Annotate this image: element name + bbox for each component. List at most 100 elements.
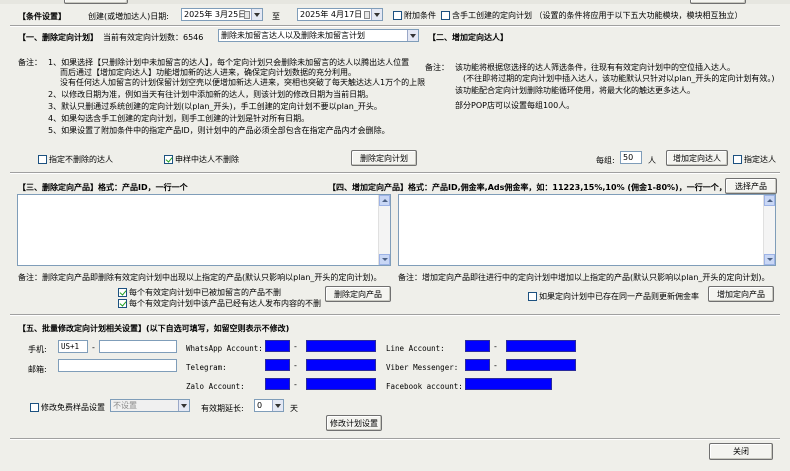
close-button[interactable]: 关闭 bbox=[709, 443, 773, 460]
phone-number-input[interactable] bbox=[99, 340, 177, 353]
validity-unit: 天 bbox=[290, 404, 298, 413]
section2-note-label: 备注： bbox=[425, 63, 449, 72]
delete-plan-button[interactable]: 删除定向计划 bbox=[351, 150, 417, 166]
line-dash: - bbox=[494, 342, 497, 351]
checkbox-box[interactable] bbox=[393, 11, 402, 20]
checkbox-box-checked[interactable] bbox=[164, 155, 173, 164]
chevron-down-icon[interactable] bbox=[251, 9, 262, 20]
include-manual-checkbox[interactable]: 含手工创建的定向计划 （设置的条件将应用于以下五大功能模块，模块相互独立） bbox=[441, 10, 743, 21]
modify-plan-button[interactable]: 修改计划设置 bbox=[326, 415, 382, 431]
checkbox-box[interactable] bbox=[30, 403, 39, 412]
delete-product-button[interactable]: 删除定向产品 bbox=[325, 286, 391, 302]
date-to-value: 2025年 4月17日 bbox=[300, 10, 363, 19]
phone-code-input[interactable]: US+1 bbox=[58, 340, 88, 353]
delete-mode-select[interactable]: 删除未加留言达人以及删除未加留言计划 bbox=[218, 29, 419, 42]
section1-note-5: 3、默认只删通过系统创建的定向计划(以plan_开头)，手工创建的定向计划不要以… bbox=[48, 102, 382, 111]
add-creator-button[interactable]: 增加定向达人 bbox=[666, 150, 728, 166]
whatsapp-number-input[interactable] bbox=[306, 340, 376, 352]
zalo-dash: - bbox=[294, 380, 297, 389]
scroll-down-icon[interactable] bbox=[379, 254, 390, 265]
line-code-input[interactable] bbox=[465, 340, 490, 352]
viber-code-input[interactable] bbox=[465, 359, 490, 371]
divider bbox=[10, 172, 780, 174]
email-label: 邮箱: bbox=[28, 365, 47, 374]
chevron-down-icon[interactable] bbox=[178, 400, 189, 411]
date-to-picker[interactable]: 2025年 4月17日 bbox=[297, 8, 383, 21]
keep-published-product-checkbox[interactable]: 每个有效定向计划中该产品已经有达人发布内容的不删 bbox=[118, 298, 321, 309]
update-commission-checkbox[interactable]: 如果定向计划中已存在同一产品则更新佣金率 bbox=[528, 291, 699, 302]
per-group-input[interactable]: 50 bbox=[620, 151, 642, 164]
delete-product-textarea[interactable] bbox=[17, 194, 391, 266]
checkbox-box-checked[interactable] bbox=[118, 288, 127, 297]
section2-title: 【二、增加定向达人】 bbox=[428, 33, 508, 42]
section1-note-6: 4、如果勾选含手工创建的定向计划，则手工创建的计划是针对所有日期。 bbox=[48, 114, 310, 123]
add-product-textarea[interactable] bbox=[398, 194, 776, 266]
plan-count: 当前有效定向计划数：6546 bbox=[103, 33, 204, 42]
telegram-dash: - bbox=[294, 361, 297, 370]
date-from-picker[interactable]: 2025年 3月25日 bbox=[181, 8, 263, 21]
phone-label: 手机: bbox=[28, 345, 47, 354]
per-group-label: 每组: bbox=[596, 156, 615, 165]
checkbox-box[interactable] bbox=[733, 155, 742, 164]
scrollbar[interactable] bbox=[378, 195, 390, 265]
specified-creator-checkbox[interactable]: 指定达人 bbox=[733, 154, 776, 165]
section1-note-4: 2、以修改日期为准，例如当天有往计划中添加新的达人，则该计划的修改日期为当前日期… bbox=[48, 90, 374, 99]
chevron-down-icon[interactable] bbox=[407, 30, 418, 41]
telegram-label: Telegram: bbox=[186, 363, 227, 372]
telegram-number-input[interactable] bbox=[306, 359, 376, 371]
keep-specified-checkbox[interactable]: 指定不删除的达人 bbox=[38, 154, 113, 165]
scroll-up-icon[interactable] bbox=[379, 195, 390, 206]
keep-applying-checkbox[interactable]: 申样中达人不删除 bbox=[164, 154, 239, 165]
section2-note-2: (不往即将过期的定向计划中插入达人，该功能默认只针对以plan_开头的定向计划有… bbox=[463, 74, 775, 83]
viber-number-input[interactable] bbox=[506, 359, 576, 371]
scrollbar[interactable] bbox=[763, 195, 775, 265]
checkbox-box[interactable] bbox=[38, 155, 47, 164]
chevron-down-icon[interactable] bbox=[272, 400, 283, 411]
section1-note-7: 5、如果设置了附加条件中的指定产品ID，则计划中的产品必须全部包含在指定产品内才… bbox=[48, 126, 390, 135]
line-number-input[interactable] bbox=[506, 340, 576, 352]
email-input[interactable] bbox=[58, 359, 177, 372]
zalo-code-input[interactable] bbox=[265, 378, 290, 390]
facebook-label: Facebook account: bbox=[386, 382, 463, 391]
validity-select[interactable]: 0 bbox=[254, 399, 284, 412]
whatsapp-label: WhatsApp Account: bbox=[186, 344, 263, 353]
top-cutoff-button-2[interactable] bbox=[690, 0, 746, 4]
line-label: Line Account: bbox=[386, 344, 445, 353]
telegram-code-input[interactable] bbox=[265, 359, 290, 371]
section1-note-label: 备注： bbox=[18, 58, 42, 67]
divider bbox=[10, 438, 780, 440]
checkbox-box[interactable] bbox=[528, 292, 537, 301]
section4-note: 备注：增加定向产品即往进行中的定向计划中增加以上指定的产品(默认只影响以plan… bbox=[398, 273, 770, 282]
keep-commented-product-checkbox[interactable]: 每个有效定向计划中已被加留言的产品不删 bbox=[118, 287, 281, 298]
whatsapp-code-input[interactable] bbox=[265, 340, 290, 352]
calendar-icon bbox=[244, 11, 250, 19]
per-group-unit: 人 bbox=[648, 156, 656, 165]
facebook-input[interactable] bbox=[465, 378, 552, 390]
checkbox-box-checked[interactable] bbox=[118, 299, 127, 308]
checkbox-box[interactable] bbox=[441, 11, 450, 20]
add-product-button[interactable]: 增加定向产品 bbox=[708, 286, 774, 302]
section3-note: 备注：删除定向产品即删除有效定向计划中出现以上指定的产品(默认只影响以plan_… bbox=[18, 273, 382, 282]
phone-dash: - bbox=[92, 343, 95, 352]
top-cutoff-button-1[interactable] bbox=[64, 0, 128, 4]
section3-title: 【三、删除定向产品】格式：产品ID，一行一个 bbox=[18, 183, 188, 192]
validity-label: 有效期延长: bbox=[201, 404, 244, 413]
free-sample-select[interactable]: 不设置 bbox=[110, 399, 190, 412]
section2-note-4: 部分POP店可以设置每组100人。 bbox=[455, 101, 575, 110]
zalo-number-input[interactable] bbox=[306, 378, 376, 390]
extra-condition-checkbox[interactable]: 附加条件 bbox=[393, 10, 436, 21]
section2-note-3: 该功能配合定向计划删除功能循环使用，将最大化的触达更多达人。 bbox=[455, 86, 695, 95]
section5-title: 【五、批量修改定向计划相关设置】(以下自选可填写，如留空则表示不修改) bbox=[18, 324, 290, 333]
select-product-button[interactable]: 选择产品 bbox=[725, 178, 777, 194]
divider bbox=[10, 314, 780, 316]
chevron-down-icon[interactable] bbox=[371, 9, 382, 20]
condition-title: 【条件设置】 bbox=[18, 12, 66, 21]
zalo-label: Zalo Account: bbox=[186, 382, 245, 391]
divider bbox=[10, 25, 780, 27]
scroll-up-icon[interactable] bbox=[764, 195, 775, 206]
date-from-value: 2025年 3月25日 bbox=[184, 10, 247, 19]
free-sample-checkbox[interactable]: 修改免费样品设置 bbox=[30, 402, 105, 413]
section1-note-3: 没有任何达人加留言的计划保留计划空壳以便增加新达人进来，突相也突破了每天触达达人… bbox=[60, 78, 426, 87]
scroll-down-icon[interactable] bbox=[764, 254, 775, 265]
whatsapp-dash: - bbox=[294, 342, 297, 351]
